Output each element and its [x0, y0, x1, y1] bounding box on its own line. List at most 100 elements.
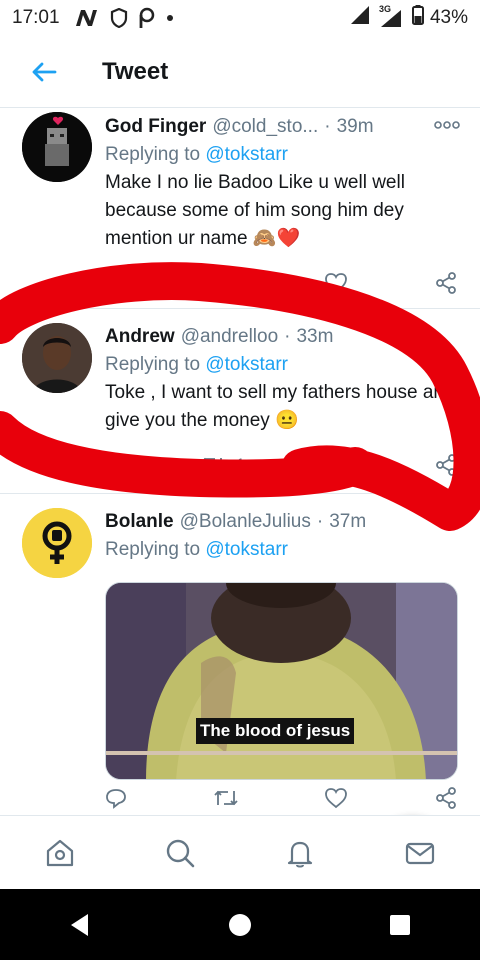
more-button[interactable]	[434, 115, 460, 135]
reply-button[interactable]	[105, 787, 127, 809]
tab-home[interactable]	[30, 823, 90, 883]
retweet-icon	[201, 457, 225, 473]
n-logo-icon	[74, 8, 100, 28]
status-right: 3G 43%	[350, 4, 468, 31]
reply-button[interactable]	[105, 454, 127, 476]
tweet-god-finger[interactable]: God Finger @cold_sto... · 39m Replying t…	[0, 109, 480, 309]
retweet-count: 1	[235, 455, 246, 474]
like-icon	[318, 455, 341, 476]
replying-to: Replying to @tokstarr	[105, 536, 460, 564]
user-handle[interactable]: @BolanleJulius	[180, 508, 311, 536]
shield-icon	[110, 8, 128, 28]
notifications-icon	[287, 841, 313, 867]
replying-prefix: Replying to	[105, 354, 206, 375]
video-frame-image	[106, 583, 457, 779]
bottom-tab-bar	[0, 815, 480, 889]
mention-link[interactable]: @tokstarr	[205, 354, 288, 375]
avatar-image	[22, 112, 92, 182]
display-name[interactable]: God Finger	[105, 113, 206, 141]
separator-dot: ·	[284, 326, 291, 347]
retweet-button[interactable]	[213, 272, 239, 294]
app-header: Tweet	[0, 36, 480, 108]
tweet-andrew[interactable]: Andrew @andrelloo · 33m Replying to @tok…	[0, 309, 480, 494]
separator-dot: ·	[316, 511, 324, 532]
video-caption: The blood of jesus	[196, 718, 355, 744]
back-button[interactable]	[16, 44, 72, 100]
replying-to: Replying to @tokstarr	[105, 141, 460, 169]
avatar[interactable]	[22, 323, 92, 393]
signal-icon	[350, 5, 372, 31]
reply-icon	[106, 456, 126, 476]
retweet-button[interactable]	[213, 787, 239, 809]
media-video-thumbnail[interactable]: The blood of jesus	[105, 582, 458, 780]
tab-notifications[interactable]	[270, 823, 330, 883]
tweet-time: 33m	[296, 326, 334, 347]
retweet-icon	[214, 790, 238, 806]
avatar-image	[22, 323, 92, 393]
tweet-body: God Finger @cold_sto... · 39m Replying t…	[105, 113, 460, 253]
more-icon	[434, 121, 460, 129]
nav-home-button[interactable]	[210, 895, 270, 955]
nav-recents-button[interactable]	[370, 895, 430, 955]
reply-button[interactable]	[105, 272, 127, 294]
battery-icon	[411, 5, 424, 31]
share-button[interactable]	[434, 786, 458, 810]
like-icon	[325, 788, 348, 809]
mention-link[interactable]: @tokstarr	[205, 144, 288, 165]
back-arrow-icon	[32, 62, 57, 81]
user-handle[interactable]: @cold_sto...	[212, 113, 318, 141]
tweet-header: God Finger @cold_sto... · 39m	[105, 113, 460, 141]
reply-icon	[106, 789, 126, 809]
like-count: 1	[351, 455, 362, 474]
tweet-actions: 1 1	[105, 451, 458, 479]
replying-prefix: Replying to	[105, 539, 206, 560]
more-button[interactable]	[434, 510, 460, 530]
messages-icon	[405, 842, 435, 864]
avatar[interactable]	[22, 112, 92, 182]
system-nav-bar	[0, 889, 480, 960]
network-type-label: 3G	[378, 4, 391, 14]
nav-back-button[interactable]	[50, 895, 110, 955]
tweet-time: 39m	[336, 116, 374, 137]
retweet-icon	[214, 275, 238, 291]
tweet-header: Andrew @andrelloo · 33m	[105, 323, 460, 351]
tweet-text: Make I no lie Badoo Like u well well bec…	[105, 172, 405, 249]
like-button[interactable]: 1	[318, 454, 361, 476]
tab-messages[interactable]	[390, 823, 450, 883]
tweet-time: 37m	[329, 511, 367, 532]
separator-dot: ·	[324, 116, 331, 137]
reply-icon	[106, 274, 126, 294]
battery-percent: 43%	[429, 7, 468, 28]
share-button[interactable]	[434, 453, 458, 477]
home-icon	[46, 839, 74, 866]
like-button[interactable]	[324, 787, 348, 809]
tweet-header: Bolanle @BolanleJulius · 37m	[105, 508, 460, 536]
like-button[interactable]	[324, 272, 348, 294]
replying-prefix: Replying to	[105, 144, 206, 165]
share-icon	[436, 272, 456, 294]
retweet-button[interactable]: 1	[200, 454, 245, 476]
share-button[interactable]	[434, 271, 458, 295]
status-bar: 17:01 3G 43%	[0, 0, 480, 36]
avatar[interactable]	[22, 508, 92, 578]
tweet-text: Toke , I want to sell my fathers house a…	[105, 382, 455, 431]
display-name[interactable]: Bolanle	[105, 508, 174, 536]
tweet-body: Andrew @andrelloo · 33m Replying to @tok…	[105, 323, 460, 435]
nav-home-icon	[229, 913, 251, 936]
user-handle[interactable]: @andrelloo	[181, 323, 278, 351]
status-time: 17:01	[12, 7, 60, 28]
display-name[interactable]: Andrew	[105, 323, 175, 351]
mobile-signal-icon: 3G	[378, 4, 406, 28]
tweet-body: Bolanle @BolanleJulius · 37m Replying to…	[105, 508, 460, 564]
tab-search[interactable]	[150, 823, 210, 883]
tweet-feed[interactable]: God Finger @cold_sto... · 39m Replying t…	[0, 109, 480, 815]
like-icon	[325, 273, 348, 294]
tweet-actions	[105, 269, 458, 297]
female-symbol-fist-icon	[22, 508, 92, 578]
share-icon	[436, 454, 456, 476]
replying-to: Replying to @tokstarr	[105, 351, 460, 379]
mention-link[interactable]: @tokstarr	[205, 539, 288, 560]
notification-dot-icon	[166, 14, 174, 22]
share-icon	[436, 787, 456, 809]
nav-recents-icon	[390, 914, 410, 935]
